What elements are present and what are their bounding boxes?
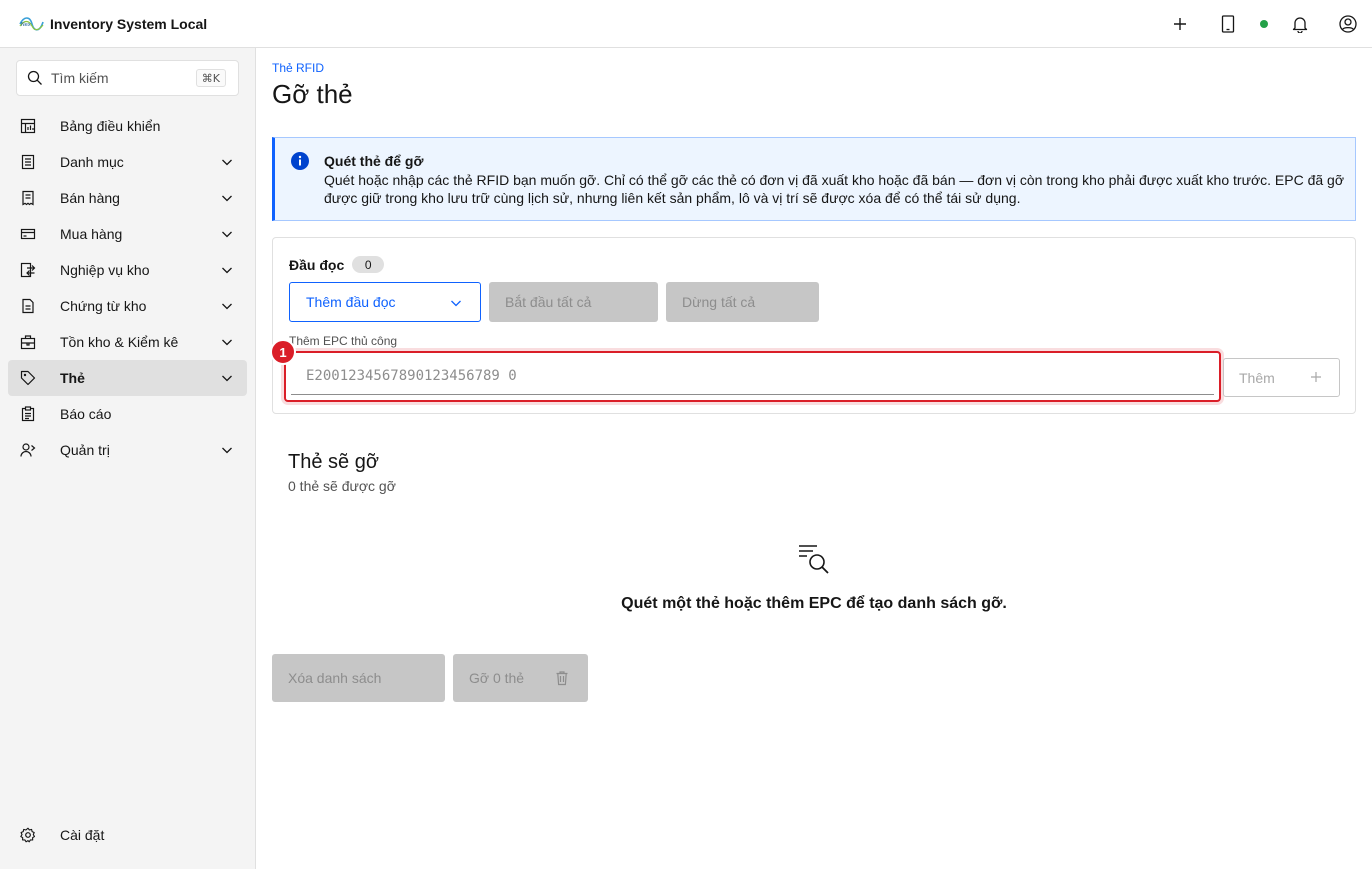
catalog-icon <box>20 154 36 170</box>
sidebar-item-sales[interactable]: Bán hàng <box>8 180 247 216</box>
search-input[interactable] <box>51 70 201 86</box>
notification-title: Quét thẻ để gỡ <box>324 153 424 169</box>
sidebar-item-label: Danh mục <box>60 154 124 170</box>
annotation-marker: 1 <box>270 339 296 365</box>
chevron-down-icon <box>448 295 464 311</box>
sidebar-item-label: Quản trị <box>60 442 110 458</box>
transfer-icon <box>20 262 36 278</box>
breadcrumb[interactable]: Thẻ RFID <box>272 61 324 75</box>
info-notification: Quét thẻ để gỡ Quét hoặc nhập các thẻ RF… <box>272 137 1356 221</box>
page-title: Gỡ thẻ <box>272 79 353 109</box>
sidebar-item-tags[interactable]: Thẻ <box>8 360 247 396</box>
removal-list-subtitle: 0 thẻ sẽ được gỡ <box>288 478 396 494</box>
chevron-down-icon <box>219 154 235 170</box>
search-list-icon <box>797 541 831 575</box>
sidebar-item-label: Chứng từ kho <box>60 298 147 314</box>
stop-all-button[interactable]: Dừng tất cả <box>666 282 819 322</box>
notification-bell-icon[interactable] <box>1276 0 1324 48</box>
receipt-icon <box>20 190 36 206</box>
header-actions <box>1156 0 1372 48</box>
chevron-down-icon <box>219 298 235 314</box>
sidebar-item-purchasing[interactable]: Mua hàng <box>8 216 247 252</box>
user-avatar-icon[interactable] <box>1324 0 1372 48</box>
brand-logo-icon: Nex <box>18 11 44 37</box>
reader-panel: Đầu đọc 0 Thêm đầu đọc Bắt đầu tất cả Dừ… <box>270 237 1356 414</box>
tag-icon <box>20 370 36 386</box>
add-epc-label: Thêm <box>1239 369 1275 386</box>
remove-tags-button[interactable]: Gỡ 0 thẻ <box>453 654 588 702</box>
tablet-icon[interactable] <box>1204 0 1252 48</box>
sidebar-item-label: Nghiệp vụ kho <box>60 262 150 278</box>
chevron-down-icon <box>219 226 235 242</box>
sidebar-item-admin[interactable]: Quản trị <box>8 432 247 468</box>
sidebar-search[interactable]: ⌘K <box>16 60 239 96</box>
sidebar-item-dashboard[interactable]: Bảng điều khiển <box>8 108 247 144</box>
chevron-down-icon <box>219 190 235 206</box>
sidebar-item-inventory[interactable]: Tồn kho & Kiểm kê <box>8 324 247 360</box>
settings-icon <box>20 827 36 843</box>
empty-state-text: Quét một thẻ hoặc thêm EPC để tạo danh s… <box>621 595 1007 612</box>
chevron-down-icon <box>219 334 235 350</box>
card-icon <box>20 226 36 242</box>
add-icon[interactable] <box>1156 0 1204 48</box>
sidebar-item-label: Thẻ <box>60 370 85 386</box>
remove-tags-label: Gỡ 0 thẻ <box>469 670 525 686</box>
sidebar-nav: Bảng điều khiển Danh mục Bán hàng Mua hà… <box>8 108 247 468</box>
sidebar-settings: Cài đặt <box>8 817 247 853</box>
manual-epc-highlight <box>284 351 1221 402</box>
sidebar-item-settings[interactable]: Cài đặt <box>8 817 247 853</box>
readers-label: Đầu đọc <box>289 256 345 273</box>
sidebar-item-label: Mua hàng <box>60 226 123 242</box>
brand[interactable]: Nex Inventory System Local <box>0 11 207 37</box>
notification-body: Quét hoặc nhập các thẻ RFID bạn muốn gỡ.… <box>324 172 1345 206</box>
sidebar-item-label: Cài đặt <box>60 827 105 843</box>
manual-epc-label: Thêm EPC thủ công <box>289 334 398 348</box>
removal-list-title: Thẻ sẽ gỡ <box>288 451 379 473</box>
svg-text:Nex: Nex <box>21 22 31 28</box>
connection-status-dot <box>1252 0 1276 48</box>
trash-icon <box>554 670 570 686</box>
info-icon <box>291 152 309 170</box>
sidebar-item-label: Bán hàng <box>60 190 120 206</box>
start-all-button[interactable]: Bắt đầu tất cả <box>489 282 658 322</box>
admin-icon <box>20 442 36 458</box>
search-icon <box>27 70 43 86</box>
chevron-down-icon <box>219 262 235 278</box>
manual-epc-input[interactable] <box>291 357 1214 395</box>
inventory-icon <box>20 334 36 350</box>
report-icon <box>20 406 36 422</box>
document-icon <box>20 298 36 314</box>
app-title: Inventory System Local <box>50 15 208 32</box>
sidebar-item-warehouse-docs[interactable]: Chứng từ kho <box>8 288 247 324</box>
sidebar-item-catalog[interactable]: Danh mục <box>8 144 247 180</box>
readers-count-badge: 0 <box>352 256 385 273</box>
sidebar-item-label: Bảng điều khiển <box>60 118 161 134</box>
clear-list-button[interactable]: Xóa danh sách <box>272 654 445 702</box>
sidebar-item-reports[interactable]: Báo cáo <box>8 396 247 432</box>
sidebar: ⌘K Bảng điều khiển Danh mục Bán hàng Mua… <box>0 48 256 869</box>
sidebar-item-label: Tồn kho & Kiểm kê <box>60 334 179 350</box>
add-reader-dropdown[interactable]: Thêm đầu đọc <box>289 282 481 322</box>
add-icon <box>1309 370 1323 384</box>
sidebar-item-warehouse-ops[interactable]: Nghiệp vụ kho <box>8 252 247 288</box>
readers-header: Đầu đọc 0 <box>289 256 385 273</box>
top-header: Nex Inventory System Local <box>0 0 1372 48</box>
chevron-down-icon <box>219 370 235 386</box>
add-epc-button[interactable]: Thêm <box>1223 358 1340 397</box>
sidebar-item-label: Báo cáo <box>60 406 112 422</box>
search-shortcut: ⌘K <box>195 69 226 87</box>
dashboard-icon <box>20 118 36 134</box>
chevron-down-icon <box>219 442 235 458</box>
add-reader-label: Thêm đầu đọc <box>306 294 396 310</box>
